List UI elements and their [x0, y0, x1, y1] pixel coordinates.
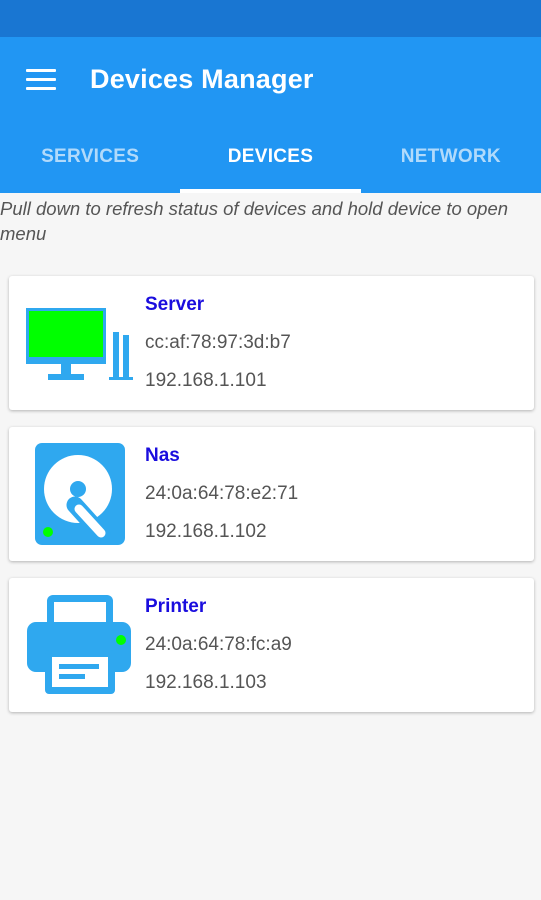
- refresh-hint: Pull down to refresh status of devices a…: [0, 198, 509, 244]
- desktop-computer-icon: [26, 308, 133, 380]
- tab-bar: SERVICES DEVICES NETWORK: [0, 121, 541, 193]
- device-name: Server: [145, 294, 205, 315]
- device-mac: 24:0a:64:78:fc:a9: [145, 634, 292, 655]
- device-card-server[interactable]: Server cc:af:78:97:3d:b7 192.168.1.101: [9, 276, 534, 410]
- menu-icon[interactable]: [26, 62, 60, 96]
- device-mac: 24:0a:64:78:e2:71: [145, 483, 299, 504]
- device-name: Nas: [145, 445, 180, 466]
- device-card-nas[interactable]: Nas 24:0a:64:78:e2:71 192.168.1.102: [9, 427, 534, 561]
- device-card-printer[interactable]: Printer 24:0a:64:78:fc:a9 192.168.1.103: [9, 578, 534, 712]
- device-ip: 192.168.1.102: [145, 521, 267, 542]
- device-ip: 192.168.1.101: [145, 370, 267, 391]
- hard-drive-icon: [35, 443, 125, 545]
- menu-icon-line: [26, 77, 56, 81]
- device-ip: 192.168.1.103: [145, 672, 267, 693]
- app-bar: Devices Manager: [0, 37, 541, 121]
- menu-icon-line: [26, 86, 56, 90]
- tab-network[interactable]: NETWORK: [361, 121, 541, 193]
- menu-icon-line: [26, 68, 56, 72]
- status-bar: [0, 0, 541, 37]
- tab-devices[interactable]: DEVICES: [180, 121, 361, 193]
- device-mac: cc:af:78:97:3d:b7: [145, 332, 291, 353]
- device-name: Printer: [145, 596, 207, 617]
- page-title: Devices Manager: [90, 63, 314, 94]
- tab-services[interactable]: SERVICES: [0, 121, 180, 193]
- printer-icon: [27, 595, 131, 694]
